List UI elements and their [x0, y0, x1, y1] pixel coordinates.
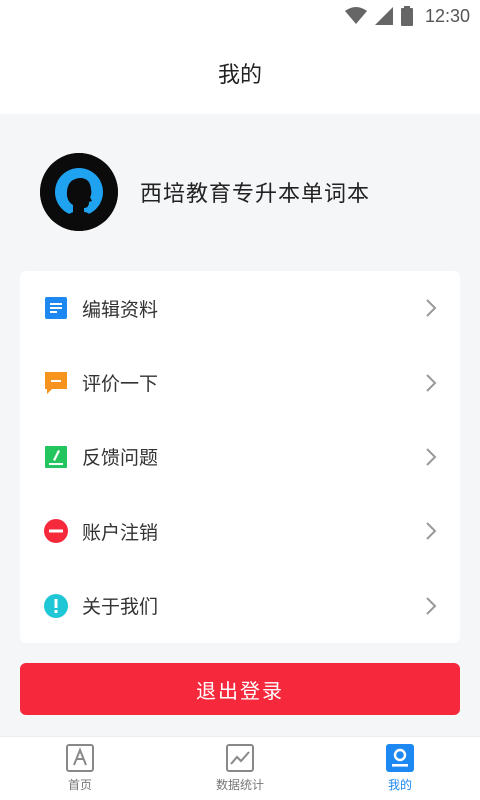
chevron-right-icon — [424, 521, 438, 541]
user-silhouette-icon — [40, 153, 118, 231]
status-time: 12:30 — [424, 5, 470, 26]
status-bar: 12:30 — [0, 0, 480, 32]
menu-item-label: 评价一下 — [82, 373, 159, 396]
menu-item-cancel-account[interactable]: 账户注销 — [20, 494, 460, 568]
menu-item-edit-profile[interactable]: 编辑资料 — [20, 271, 460, 345]
battery-icon — [400, 6, 413, 26]
about-icon — [44, 593, 68, 618]
home-tab-icon — [66, 744, 94, 772]
menu-item-label: 反馈问题 — [82, 447, 159, 470]
menu-item-label: 关于我们 — [82, 596, 159, 619]
page-title: 我的 — [217, 63, 262, 88]
logout-button[interactable]: 退出登录 — [20, 663, 460, 715]
tab-profile[interactable]: 我的 — [320, 737, 480, 800]
chevron-right-icon — [424, 298, 438, 318]
feedback-icon — [44, 445, 68, 469]
tab-label: 数据统计 — [215, 778, 264, 792]
chevron-right-icon — [424, 447, 438, 467]
profile-section: 西培教育专升本单词本 — [0, 114, 480, 270]
profile-tab-icon — [386, 744, 414, 772]
edit-profile-icon — [44, 296, 68, 320]
tab-label: 首页 — [67, 778, 92, 792]
chevron-right-icon — [424, 596, 438, 616]
comment-icon — [44, 371, 68, 395]
menu-item-about[interactable]: 关于我们 — [20, 569, 460, 643]
tab-label: 我的 — [387, 778, 412, 792]
page-header: 我的 — [0, 32, 480, 114]
stats-tab-icon — [226, 744, 254, 772]
tab-stats[interactable]: 数据统计 — [160, 737, 320, 800]
settings-menu: 编辑资料 评价一下 反馈问题 账户注销 关于我们 — [20, 271, 460, 643]
tab-home[interactable]: 首页 — [0, 737, 160, 800]
menu-item-feedback[interactable]: 反馈问题 — [20, 420, 460, 494]
menu-item-label: 账户注销 — [82, 521, 159, 544]
cancel-account-icon — [44, 519, 68, 544]
profile-name: 西培教育专升本单词本 — [140, 182, 371, 207]
chevron-right-icon — [424, 373, 438, 393]
menu-item-rate[interactable]: 评价一下 — [20, 345, 460, 419]
avatar[interactable] — [40, 153, 118, 231]
wifi-icon — [344, 7, 367, 25]
bottom-tab-bar: 首页 数据统计 我的 — [0, 736, 480, 800]
cellular-signal-icon — [374, 7, 393, 25]
menu-item-label: 编辑资料 — [82, 298, 159, 321]
